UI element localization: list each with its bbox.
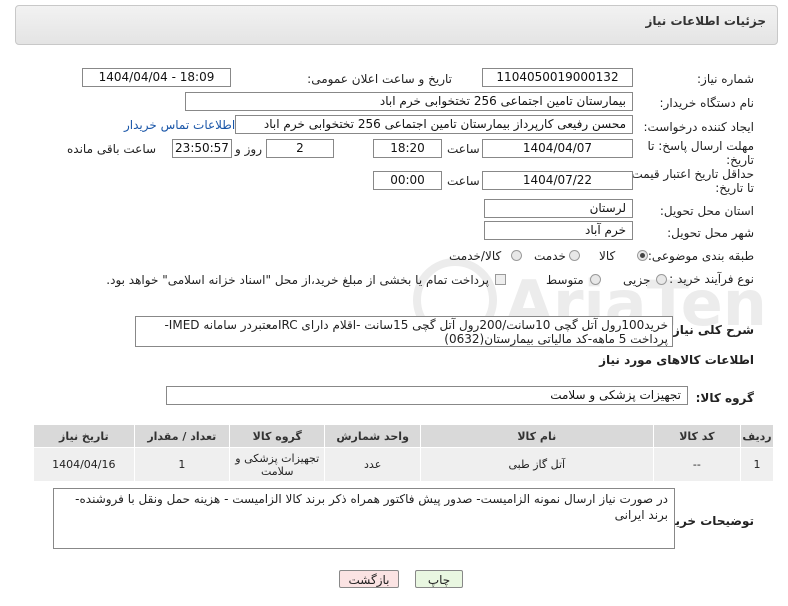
validity-time-label: ساعت [447, 174, 480, 188]
col-header-need-date: تاریخ نیاز [33, 424, 135, 448]
treasury-text: پرداخت تمام یا بخشی از مبلغ خرید،از محل … [106, 273, 489, 287]
city-field: خرم آباد [484, 221, 633, 240]
table-row: 1 -- آتل گاز طبی عدد تجهیزات پزشکی و سلا… [33, 447, 775, 482]
buyer-notes-textarea[interactable]: در صورت نیاز ارسال نمونه الزامیست- صدور … [53, 488, 675, 549]
print-button[interactable]: چاپ [415, 570, 463, 588]
need-number-label: شماره نیاز: [697, 72, 754, 86]
cell-name: آتل گاز طبی [419, 447, 654, 482]
days-label: روز و [235, 142, 262, 156]
announce-label: تاریخ و ساعت اعلان عمومی: [307, 72, 452, 86]
validity-label-1: حداقل تاریخ اعتبار قیمت: [627, 167, 754, 181]
deadline-date-field: 1404/04/07 [482, 139, 633, 158]
creator-label: ایجاد کننده درخواست: [643, 120, 754, 134]
buyer-contact-link[interactable]: اطلاعات تماس خریدار [124, 118, 235, 132]
announce-field: 1404/04/04 - 18:09 [82, 68, 231, 87]
category-option-service: خدمت [534, 249, 566, 263]
remaining-time-field: 23:50:57 [172, 139, 232, 158]
goods-table-header: ردیف کد کالا نام کالا واحد شمارش گروه کا… [33, 424, 775, 448]
cell-row-number: 1 [739, 447, 775, 482]
process-label: نوع فرآیند خرید : [669, 272, 754, 286]
goods-group-field: تجهیزات پزشکی و سلامت [166, 386, 688, 405]
creator-field: محسن رفیعی کارپرداز بیمارستان تامین اجتم… [235, 115, 633, 134]
cell-unit: عدد [324, 447, 421, 482]
cell-group: تجهیزات پزشکی و سلامت [229, 447, 326, 482]
category-radio-goods-service[interactable] [511, 250, 522, 261]
city-label: شهر محل تحویل: [667, 226, 754, 240]
cell-quantity: 1 [133, 447, 231, 482]
goods-section-title: اطلاعات کالاهای مورد نیاز [599, 353, 754, 367]
province-label: استان محل تحویل: [659, 204, 754, 218]
process-option-minor: جزیی [623, 273, 651, 287]
province-field: لرستان [484, 199, 633, 218]
category-label: طبقه بندی موضوعی: [647, 249, 754, 263]
buyer-org-field: بیمارستان تامین اجتماعی 256 تختخوابی خرم… [185, 92, 633, 111]
deadline-time-label: ساعت [447, 142, 480, 156]
deadline-time-field: 18:20 [373, 139, 442, 158]
process-radio-minor[interactable] [656, 274, 667, 285]
col-header-unit: واحد شمارش [324, 424, 421, 448]
category-option-goods: کالا [599, 249, 616, 263]
description-textarea[interactable]: خرید100رول آتل گچی 10سانت/200رول آتل گچی… [135, 316, 673, 347]
deadline-label-2: تاریخ: [726, 153, 754, 167]
need-number-field: 1104050019000132 [482, 68, 633, 87]
cell-code: -- [652, 447, 741, 482]
back-button[interactable]: بازگشت [339, 570, 399, 588]
col-header-code: کد کالا [652, 424, 741, 448]
category-option-goods-service: کالا/خدمت [449, 249, 502, 263]
category-radio-service[interactable] [569, 250, 580, 261]
days-field: 2 [266, 139, 334, 158]
page-title: جزئیات اطلاعات نیاز [645, 14, 766, 28]
treasury-checkbox[interactable] [495, 274, 506, 285]
col-header-group: گروه کالا [229, 424, 326, 448]
process-radio-medium[interactable] [590, 274, 601, 285]
description-label: شرح کلی نیاز: [668, 323, 754, 337]
validity-label-2: تا تاریخ: [715, 181, 754, 195]
deadline-label-1: مهلت ارسال پاسخ: تا [647, 139, 754, 153]
col-header-quantity: تعداد / مقدار [133, 424, 231, 448]
col-header-row-number: ردیف [739, 424, 775, 448]
validity-time-field: 00:00 [373, 171, 442, 190]
col-header-name: نام کالا [419, 424, 654, 448]
goods-table: ردیف کد کالا نام کالا واحد شمارش گروه کا… [33, 424, 775, 482]
cell-need-date: 1404/04/16 [33, 447, 135, 482]
goods-group-label: گروه کالا: [695, 391, 754, 405]
buyer-org-label: نام دستگاه خریدار: [659, 96, 755, 110]
process-option-medium: متوسط [546, 273, 584, 287]
validity-date-field: 1404/07/22 [482, 171, 633, 190]
remaining-label: ساعت باقی مانده [67, 142, 157, 156]
category-radio-goods[interactable] [637, 250, 648, 261]
